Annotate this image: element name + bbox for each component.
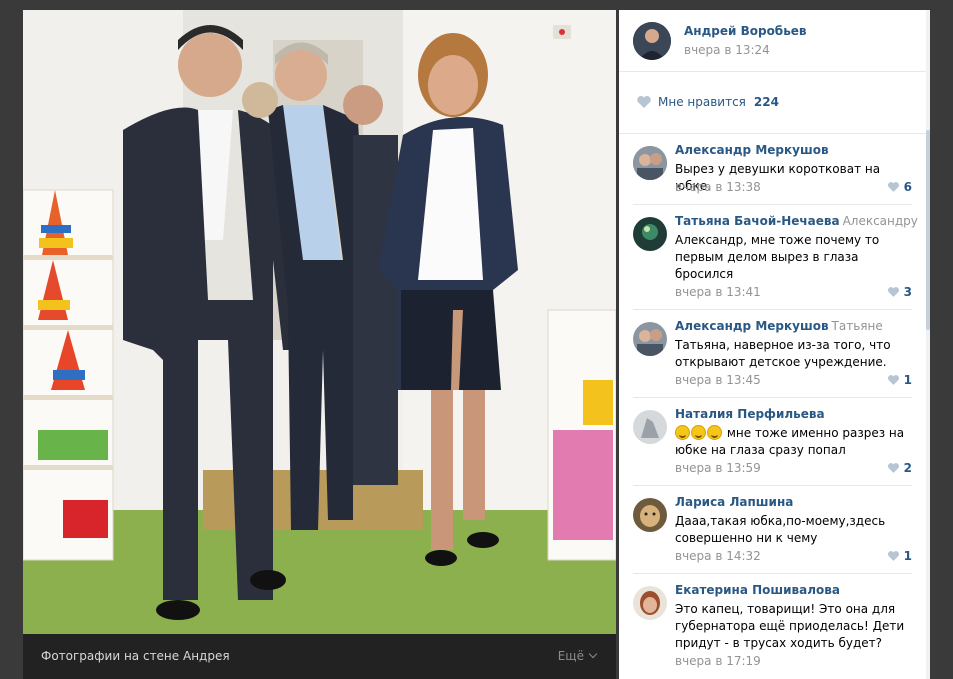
comment-time[interactable]: вчера в 13:41 [675, 285, 761, 299]
comment-author[interactable]: Татьяна Бачой-Нечаева Александру [675, 214, 918, 228]
comment-time[interactable]: вчера в 13:38 [675, 180, 761, 194]
avatar-image [633, 217, 667, 251]
heart-icon [887, 287, 899, 297]
comment-author[interactable]: Александр Меркушов [675, 143, 829, 157]
album-caption-link[interactable]: Фотографии на стене Андрея [41, 649, 230, 663]
comment-like-count: 1 [903, 373, 912, 387]
comment-like-count: 6 [903, 180, 912, 194]
chevron-down-icon [588, 649, 598, 659]
photo-pane: Фотографии на стене Андрея Ещё [23, 10, 616, 679]
heart-icon [887, 463, 899, 473]
reply-to[interactable]: Александру [843, 214, 918, 228]
photo-image [23, 10, 616, 634]
comment-author-name: Александр Меркушов [675, 319, 829, 333]
comment: Татьяна Бачой-Нечаева Александру Александ… [633, 205, 918, 310]
commenter-avatar[interactable] [633, 410, 667, 444]
comment-like-button[interactable]: 1 [887, 373, 912, 387]
comment-text: Дааа,такая юбка,по-моему,здесь совершенн… [675, 514, 886, 545]
avatar-image [633, 22, 671, 60]
comment-author-name: Татьяна Бачой-Нечаева [675, 214, 840, 228]
comment: Лариса Лапшина Дааа,такая юбка,по-моему,… [633, 486, 912, 574]
more-label: Ещё [557, 649, 584, 663]
photo-viewer: Фотографии на стене Андрея Ещё Андрей Во… [0, 0, 953, 679]
like-label: Мне нравится [658, 95, 746, 109]
smile-emoji-icon [691, 425, 706, 440]
photo-footer: Фотографии на стене Андрея Ещё [23, 634, 616, 679]
commenter-avatar[interactable] [633, 586, 667, 620]
comment-time[interactable]: вчера в 13:45 [675, 373, 761, 387]
avatar-image [633, 322, 667, 356]
like-button[interactable]: Мне нравится 224 [636, 95, 779, 109]
comment-author[interactable]: Александр Меркушов Татьяне [675, 319, 883, 333]
comment-author-name: Александр Меркушов [675, 143, 829, 157]
commenter-avatar[interactable] [633, 217, 667, 251]
author-avatar[interactable] [633, 22, 671, 60]
comment: Александр Меркушов Татьяне Татьяна, навер… [633, 310, 912, 398]
comments-list: Александр Меркушов Вырез у девушки корот… [619, 134, 926, 674]
comment-text: Татьяна, наверное из-за того, что открыв… [675, 338, 891, 369]
heart-icon [637, 96, 651, 108]
commenter-avatar[interactable] [633, 498, 667, 532]
comment-time[interactable]: вчера в 13:59 [675, 461, 761, 475]
comment-text: Александр, мне тоже почему то первым дел… [675, 233, 880, 281]
comment-time[interactable]: вчера в 17:19 [675, 654, 761, 668]
comment: Александр Меркушов Вырез у девушки корот… [633, 134, 912, 205]
comment-like-count: 3 [903, 285, 912, 299]
photo[interactable] [23, 10, 616, 634]
comment-like-button[interactable]: 1 [887, 549, 912, 563]
post-author: Андрей Воробьев вчера в 13:24 [619, 10, 926, 72]
avatar-image [633, 498, 667, 532]
comment-like-button[interactable]: 2 [887, 461, 912, 475]
avatar-image [633, 146, 667, 180]
smile-emoji-icon [707, 425, 722, 440]
avatar-image [633, 586, 667, 620]
author-name[interactable]: Андрей Воробьев [684, 24, 807, 38]
avatar-image [633, 410, 667, 444]
comment: Наталия Перфильева мне тоже именно разре… [633, 398, 912, 486]
scrollbar[interactable] [926, 10, 930, 679]
comment-author[interactable]: Лариса Лапшина [675, 495, 793, 509]
comment-author-name: Наталия Перфильева [675, 407, 825, 421]
reply-to[interactable]: Татьяне [832, 319, 883, 333]
commenter-avatar[interactable] [633, 322, 667, 356]
comment-like-button[interactable]: 3 [887, 285, 912, 299]
comment: Екатерина Пошивалова Это капец, товарищи… [633, 574, 912, 674]
heart-icon [887, 551, 899, 561]
post-time[interactable]: вчера в 13:24 [684, 43, 770, 57]
comment-time[interactable]: вчера в 14:32 [675, 549, 761, 563]
post-likes: Мне нравится 224 [619, 72, 926, 134]
smile-emoji-icon [675, 425, 690, 440]
commenter-avatar[interactable] [633, 146, 667, 180]
heart-icon [887, 375, 899, 385]
comment-text: Это капец, товарищи! Это она для губерна… [675, 602, 905, 650]
scrollbar-thumb[interactable] [926, 130, 930, 330]
comment-author-name: Екатерина Пошивалова [675, 583, 840, 597]
more-button[interactable]: Ещё [557, 649, 598, 663]
comment-like-count: 2 [903, 461, 912, 475]
comment-like-button[interactable]: 6 [887, 180, 912, 194]
like-count: 224 [753, 95, 779, 109]
heart-icon [887, 182, 899, 192]
comment-like-count: 1 [903, 549, 912, 563]
comment-author[interactable]: Екатерина Пошивалова [675, 583, 840, 597]
comment-author-name: Лариса Лапшина [675, 495, 794, 509]
comment-text: мне тоже именно разрез на юбке на глаза … [675, 425, 915, 459]
comments-sidebar: Андрей Воробьев вчера в 13:24 Мне нравит… [619, 10, 926, 679]
comment-author[interactable]: Наталия Перфильева [675, 407, 825, 421]
